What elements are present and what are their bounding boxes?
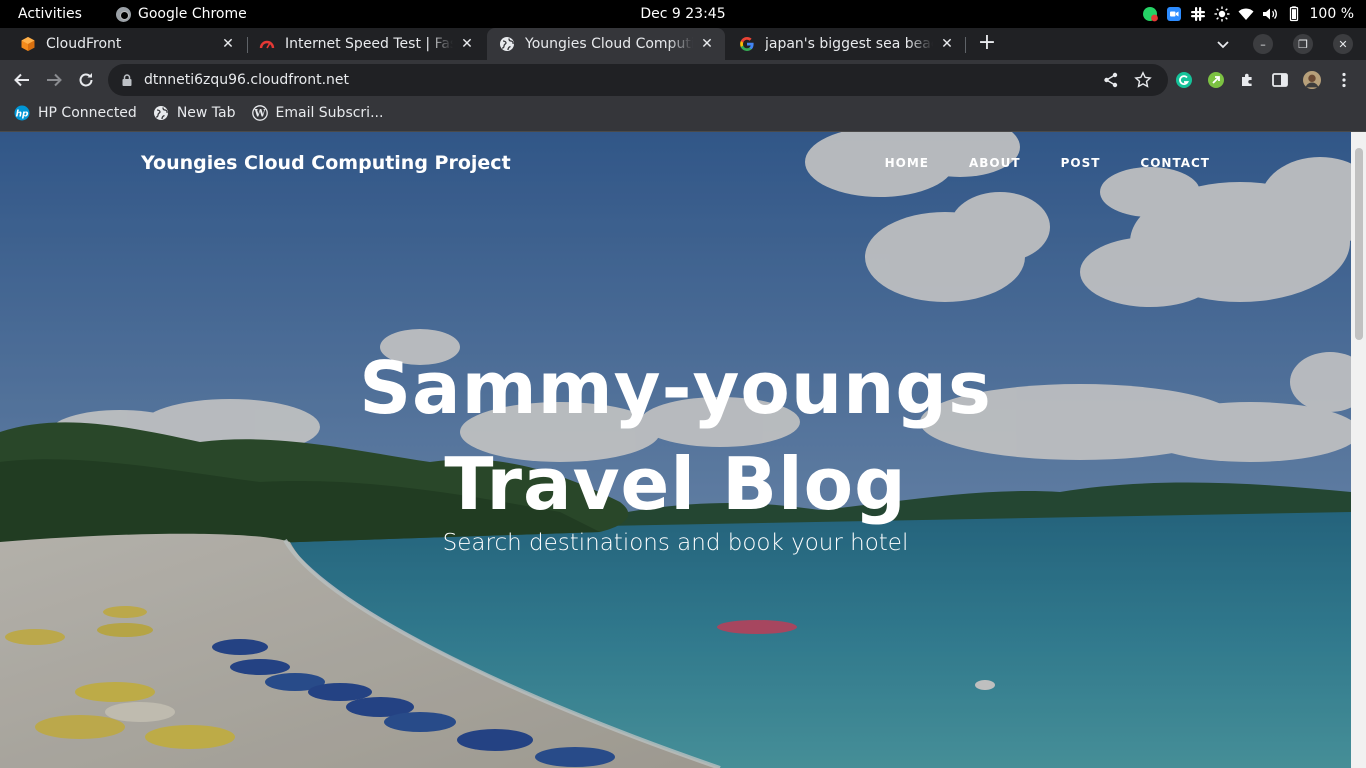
grammarly-extension-icon[interactable] — [1172, 68, 1196, 92]
bookmark-hp-connected[interactable]: hp HP Connected — [14, 105, 137, 121]
close-tab-icon[interactable]: ✕ — [220, 36, 236, 52]
restore-button[interactable]: ❐ — [1293, 34, 1313, 54]
extensions-puzzle-icon[interactable] — [1236, 68, 1260, 92]
url-text[interactable]: dtnneti6zqu96.cloudfront.net — [144, 72, 349, 88]
tab-title: Internet Speed Test | Fast.com — [285, 36, 453, 52]
lock-icon[interactable] — [120, 73, 134, 87]
bookmark-new-tab[interactable]: New Tab — [153, 105, 236, 121]
tab-title: japan's biggest sea beach - Google Searc… — [765, 36, 933, 52]
wifi-icon[interactable] — [1234, 0, 1258, 28]
bookmark-label: HP Connected — [38, 105, 137, 121]
close-tab-icon[interactable]: ✕ — [939, 36, 955, 52]
profile-avatar[interactable] — [1300, 68, 1324, 92]
reload-icon — [79, 73, 93, 87]
reload-button[interactable] — [74, 68, 98, 92]
nav-post-link[interactable]: POST — [1061, 156, 1101, 170]
slack-icon[interactable] — [1186, 0, 1210, 28]
new-tab-button[interactable]: + — [976, 32, 998, 56]
site-nav: HOME ABOUT POST CONTACT — [885, 156, 1210, 170]
bookmarks-bar: hp HP Connected New Tab W Email Subscri.… — [0, 100, 1366, 126]
tab-fast-com[interactable]: Internet Speed Test | Fast.com ✕ — [247, 28, 485, 60]
tab-google-search[interactable]: japan's biggest sea beach - Google Searc… — [727, 28, 965, 60]
google-icon — [739, 36, 755, 52]
tab-search-chevron-icon[interactable] — [1213, 34, 1233, 54]
brightness-icon[interactable] — [1210, 0, 1234, 28]
tab-title: Youngies Cloud Computing Project — [525, 36, 693, 52]
forward-button[interactable] — [42, 68, 66, 92]
nav-home-link[interactable]: HOME — [885, 156, 929, 170]
chrome-app-icon — [116, 6, 131, 22]
bookmark-label: New Tab — [176, 105, 236, 121]
close-tab-icon[interactable]: ✕ — [699, 36, 715, 52]
minimize-button[interactable]: – — [1253, 34, 1273, 54]
page-viewport: Youngies Cloud Computing Project HOME AB… — [0, 132, 1351, 768]
tab-youngies[interactable]: Youngies Cloud Computing Project ✕ — [487, 28, 725, 60]
tab-strip: CloudFront ✕ Internet Speed Test | Fast.… — [0, 28, 1366, 60]
address-bar[interactable]: dtnneti6zqu96.cloudfront.net — [108, 64, 1168, 96]
browser-toolbar: dtnneti6zqu96.cloudfront.net — [0, 60, 1366, 100]
hp-icon: hp — [14, 105, 30, 121]
back-button[interactable] — [10, 68, 34, 92]
whatsapp-icon[interactable] — [1138, 0, 1162, 28]
share-icon[interactable] — [1102, 71, 1120, 89]
close-window-button[interactable]: ✕ — [1333, 34, 1353, 54]
globe-icon — [499, 36, 515, 52]
page-scrollbar[interactable] — [1351, 132, 1366, 768]
hero-heading-line1: Sammy-youngs — [359, 346, 992, 430]
wordpress-icon: W — [251, 105, 268, 121]
globe-icon — [153, 105, 169, 121]
svg-text:W: W — [253, 109, 266, 120]
site-brand-link[interactable]: Youngies Cloud Computing Project — [141, 152, 511, 174]
tab-divider — [965, 37, 966, 53]
close-tab-icon[interactable]: ✕ — [459, 36, 475, 52]
battery-percent: 100 % — [1309, 6, 1354, 22]
app-menu[interactable]: Google Chrome — [116, 0, 247, 28]
system-top-bar: Activities Google Chrome Dec 9 23:45 100… — [0, 0, 1366, 28]
side-panel-icon[interactable] — [1268, 68, 1292, 92]
aws-cube-icon — [20, 36, 36, 52]
tab-title: CloudFront — [46, 36, 122, 52]
svg-text:hp: hp — [16, 110, 29, 120]
chrome-menu-icon[interactable] — [1332, 68, 1356, 92]
scrollbar-thumb[interactable] — [1355, 148, 1363, 340]
battery-icon[interactable] — [1282, 0, 1306, 28]
forward-arrow-icon — [47, 73, 62, 87]
tab-cloudfront[interactable]: CloudFront ✕ — [8, 28, 246, 60]
hero-subheading: Search destinations and book your hotel — [442, 530, 909, 556]
bookmark-email-subscribers[interactable]: W Email Subscri... — [251, 105, 384, 121]
hero-heading-line2: Travel Blog — [444, 442, 907, 526]
hero-heading: Sammy-youngs Travel Blog — [0, 340, 1351, 532]
bookmark-star-icon[interactable] — [1134, 71, 1152, 89]
nav-contact-link[interactable]: CONTACT — [1140, 156, 1210, 170]
bookmark-label: Email Subscri... — [275, 105, 384, 121]
app-name: Google Chrome — [138, 6, 247, 22]
speedometer-icon — [259, 36, 275, 52]
system-tray[interactable]: 100 % — [1138, 0, 1354, 28]
nav-about-link[interactable]: ABOUT — [969, 156, 1021, 170]
green-extension-icon[interactable] — [1204, 68, 1228, 92]
activities-button[interactable]: Activities — [18, 0, 82, 28]
zoom-icon[interactable] — [1162, 0, 1186, 28]
clock-datetime[interactable]: Dec 9 23:45 — [640, 6, 725, 22]
volume-icon[interactable] — [1258, 0, 1282, 28]
back-arrow-icon — [14, 73, 29, 87]
